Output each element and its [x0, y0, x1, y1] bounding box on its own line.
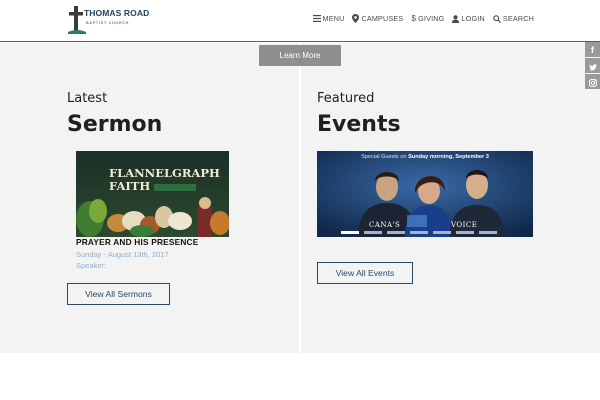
events-artwork-band-left: CANA'S	[369, 221, 401, 229]
carousel-dot[interactable]	[341, 231, 359, 234]
view-all-sermons-button[interactable]: View All Sermons	[67, 283, 170, 305]
events-artwork-guests-prefix: Special Guests on	[361, 154, 409, 160]
column-divider	[299, 43, 301, 353]
nav-login-label: LOGIN	[461, 14, 485, 23]
events-heading-small: Featured	[317, 91, 375, 106]
carousel-dot[interactable]	[410, 231, 428, 234]
nav-giving[interactable]: $ GIVING	[411, 14, 444, 23]
carousel-dot[interactable]	[364, 231, 382, 234]
nav-campuses-label: CAMPUSES	[361, 14, 404, 23]
carousel-dot[interactable]	[456, 231, 474, 234]
learn-more-button[interactable]: Learn More	[259, 45, 341, 66]
search-icon	[493, 14, 501, 23]
view-all-events-button[interactable]: View All Events	[317, 262, 413, 284]
facebook-button[interactable]: f	[585, 42, 600, 57]
menu-icon	[312, 15, 321, 22]
events-artwork-band-right: VOICE	[451, 221, 478, 229]
events-artwork	[317, 151, 533, 237]
sermon-speaker: Speaker:	[76, 261, 107, 270]
carousel-dot[interactable]	[387, 231, 405, 234]
sermon-heading: Sermon	[67, 112, 163, 137]
main-nav: MENU CAMPUSES $ GIVING LOGIN SEARCH	[305, 14, 534, 23]
site-header: THOMAS ROAD BAPTIST CHURCH MENU CAMPUSES…	[0, 0, 600, 42]
nav-menu-label: MENU	[322, 14, 345, 23]
sermon-heading-small: Latest	[67, 91, 108, 106]
nav-login[interactable]: LOGIN	[452, 14, 485, 23]
sermon-artwork	[76, 151, 229, 237]
events-artwork-guests-line: Special Guests on Sunday morning, Septem…	[317, 154, 533, 160]
location-pin-icon	[352, 14, 360, 23]
carousel-dot[interactable]	[479, 231, 497, 234]
sermon-artwork-title-line1: FLANNELGRAPH	[109, 166, 220, 180]
events-heading: Events	[317, 112, 401, 137]
sermon-artwork-title-line2: FAITH	[109, 179, 151, 193]
logo-subtitle: BAPTIST CHURCH	[86, 21, 130, 25]
nav-menu[interactable]: MENU	[312, 14, 345, 23]
logo-title: THOMAS ROAD	[84, 8, 150, 18]
carousel-dot[interactable]	[433, 231, 451, 234]
user-icon	[452, 14, 460, 23]
sermon-title[interactable]: PRAYER AND HIS PRESENCE	[76, 237, 198, 247]
events-banner[interactable]: Special Guests on Sunday morning, Septem…	[317, 151, 533, 237]
events-artwork-guests-day: Sunday morning, September 3	[408, 154, 489, 160]
facebook-icon: f	[591, 44, 594, 55]
instagram-icon	[588, 72, 597, 91]
twitter-button[interactable]	[585, 58, 600, 73]
dollar-icon: $	[411, 14, 417, 23]
church-logo[interactable]: THOMAS ROAD BAPTIST CHURCH	[68, 6, 150, 34]
nav-campuses[interactable]: CAMPUSES	[352, 14, 403, 23]
carousel-indicators	[341, 231, 502, 234]
nav-giving-label: GIVING	[418, 14, 445, 23]
sermon-thumbnail[interactable]: FLANNELGRAPH FAITH	[76, 151, 229, 237]
sermon-date: Sunday - August 13th, 2017	[76, 250, 169, 259]
instagram-button[interactable]	[585, 74, 600, 89]
nav-search[interactable]: SEARCH	[493, 14, 534, 23]
nav-search-label: SEARCH	[502, 14, 534, 23]
